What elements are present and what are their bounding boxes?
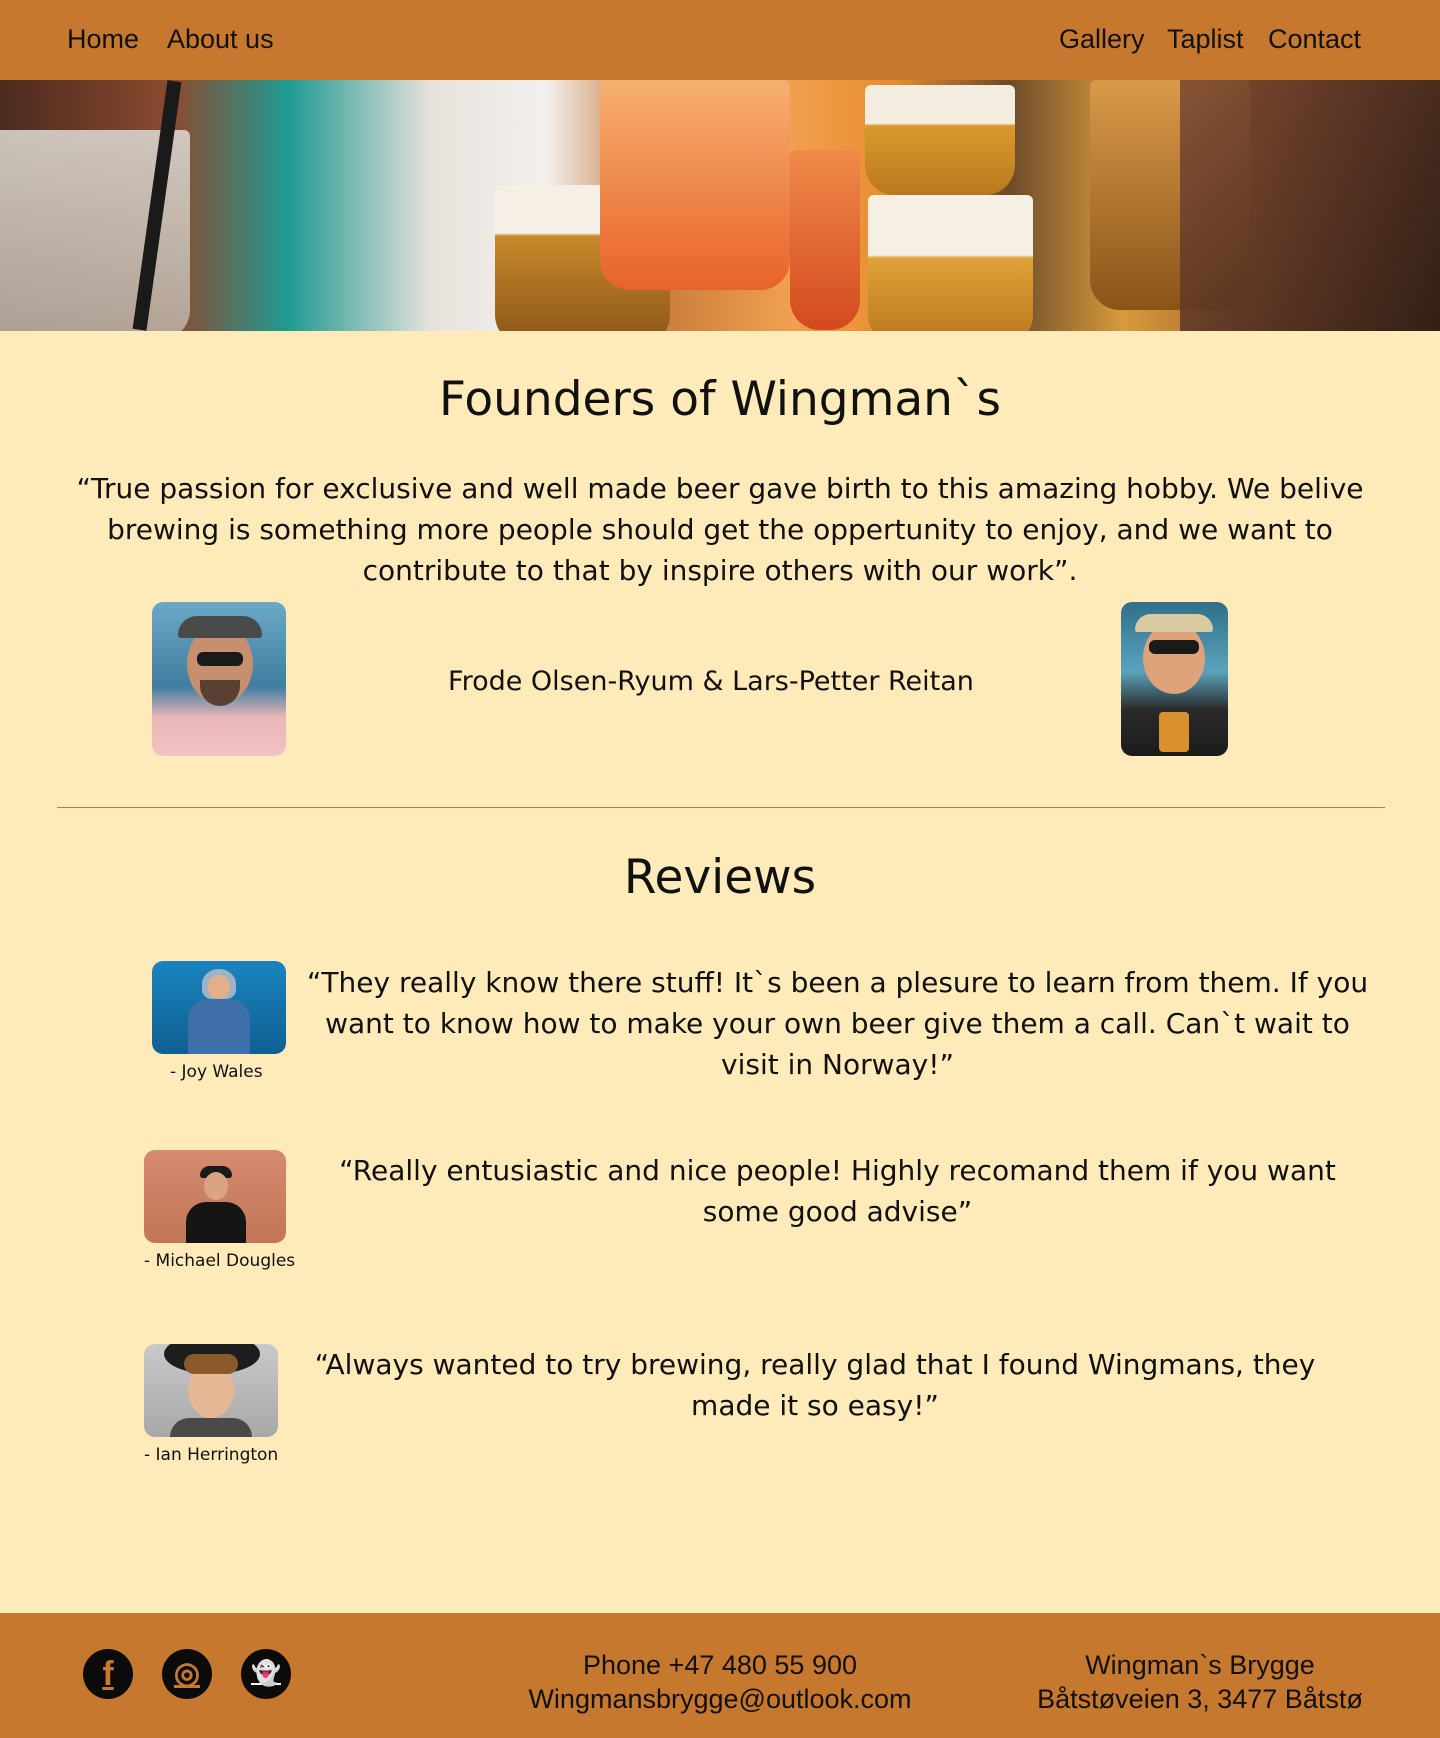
nav-contact-link[interactable]: Contact [1268,26,1361,53]
footer-email-link[interactable]: Wingmansbrygge@outlook.com [500,1686,940,1713]
reviews-heading: Reviews [623,850,817,905]
nav-taplist-link[interactable]: Taplist [1167,26,1244,53]
founder-frode-photo [152,602,286,756]
reviewer-name: - Ian Herrington [144,1445,279,1465]
instagram-icon[interactable]: ◎ [162,1649,212,1699]
nav-about-link[interactable]: About us [167,26,274,53]
founders-quote: “True passion for exclusive and well mad… [76,472,1364,587]
footer-phone: Phone +47 480 55 900 [582,1650,857,1680]
reviewer-name: - Michael Dougles [144,1251,296,1271]
hero-image [0,80,1440,331]
reviewer-michael-dougles-photo [144,1150,286,1243]
founders-names: Frode Olsen-Ryum & Lars-Petter Reitan [448,666,974,697]
founders-heading: Founders of Wingman`s [439,372,1001,427]
snapchat-icon[interactable]: 👻 [241,1649,291,1699]
section-divider [57,807,1385,808]
reviewer-joy-wales-photo [152,961,286,1054]
footer-company-name: Wingman`s Brygge [1085,1650,1315,1680]
review-quote: “Always wanted to try brewing, really gl… [314,1348,1316,1422]
nav-gallery-link[interactable]: Gallery [1059,26,1145,53]
top-navbar: Home About us Gallery Taplist Contact [0,0,1440,80]
review-quote: “Really entusiastic and nice people! Hig… [339,1154,1336,1228]
reviewer-name: - Joy Wales [170,1062,263,1082]
review-quote: “They really know there stuff! It`s been… [306,966,1369,1081]
nav-home-link[interactable]: Home [67,26,139,53]
reviewer-ian-herrington-photo [144,1344,278,1437]
footer-address: Båtstøveien 3, 3477 Båtstø [1037,1684,1363,1714]
facebook-icon[interactable]: f [83,1649,133,1699]
founder-lars-petter-photo [1121,602,1228,756]
